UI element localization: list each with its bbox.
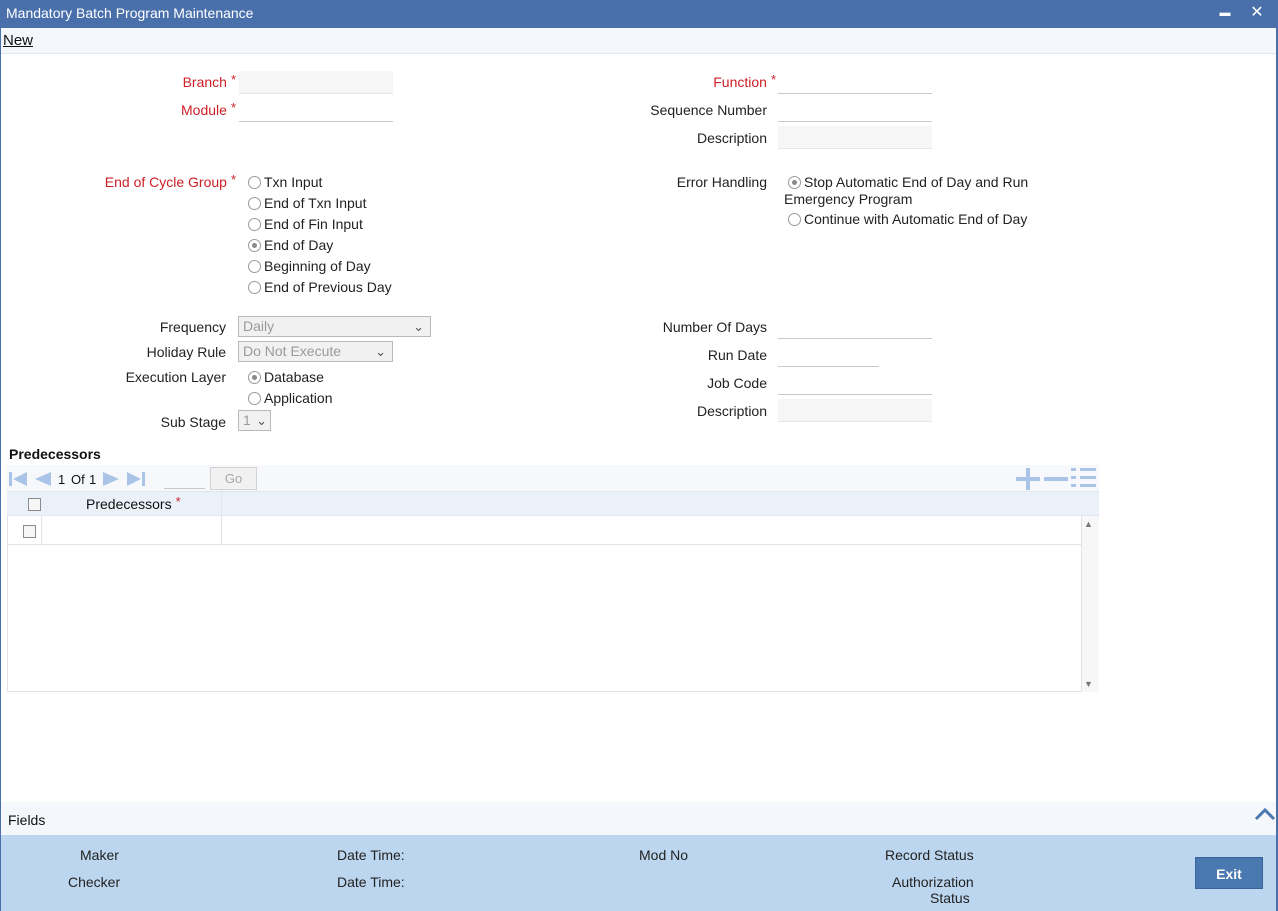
sequence-number-input[interactable] — [778, 99, 932, 122]
holiday-rule-label: Holiday Rule — [146, 344, 226, 360]
error-option-continue-automatic[interactable]: Continue with Automatic End of Day — [788, 211, 1027, 227]
predecessors-section-title: Predecessors — [9, 446, 101, 462]
chevron-up-icon[interactable] — [1254, 806, 1276, 822]
first-page-icon[interactable] — [7, 470, 29, 488]
description2-label: Description — [696, 403, 767, 419]
number-of-days-input[interactable] — [778, 316, 932, 339]
job-code-label: Job Code — [707, 375, 767, 391]
row-checkbox[interactable] — [23, 525, 36, 538]
module-input[interactable] — [239, 99, 393, 122]
minimize-icon[interactable]: ▬ — [1214, 2, 1236, 24]
holiday-rule-select[interactable]: Do Not Execute ⌄ — [238, 341, 393, 362]
radio-icon — [248, 391, 261, 405]
single-view-icon[interactable] — [1071, 467, 1097, 489]
radio-icon — [248, 175, 261, 189]
current-page: 1 — [58, 472, 66, 487]
column-divider — [221, 492, 222, 516]
eoc-option-end-of-day[interactable]: End of Day — [248, 237, 333, 253]
eoc-option-end-of-previous-day[interactable]: End of Previous Day — [248, 279, 392, 295]
exit-button[interactable]: Exit — [1195, 857, 1263, 889]
radio-selected-icon — [248, 370, 261, 384]
eoc-option-end-of-txn-input[interactable]: End of Txn Input — [248, 195, 366, 211]
sequence-number-label: Sequence Number — [650, 102, 767, 118]
predecessors-column-header: Predecessors * — [86, 494, 181, 512]
page-of-label: Of — [71, 472, 85, 487]
module-label: Module * — [181, 100, 236, 118]
function-input[interactable] — [778, 71, 932, 94]
description-label: Description — [696, 130, 767, 146]
description-input[interactable] — [778, 126, 932, 149]
maker-date-time-label: Date Time: — [337, 847, 405, 863]
authorization-status-label: Authorization — [892, 874, 974, 890]
last-page-icon[interactable] — [125, 470, 147, 488]
chevron-down-icon: ⌄ — [413, 319, 424, 334]
vertical-scrollbar[interactable] — [1081, 516, 1099, 692]
close-icon[interactable]: ✕ — [1246, 2, 1268, 24]
eoc-option-beginning-of-day[interactable]: Beginning of Day — [248, 258, 371, 274]
execution-option-database[interactable]: Database — [248, 369, 324, 385]
radio-selected-icon — [788, 175, 801, 189]
record-status-label: Record Status — [885, 847, 974, 863]
delete-row-icon[interactable] — [1042, 468, 1070, 490]
execution-layer-label: Execution Layer — [125, 369, 226, 385]
fields-bar: Fields — [1, 802, 1276, 835]
sub-stage-label: Sub Stage — [160, 414, 226, 430]
chevron-down-icon: ⌄ — [256, 413, 267, 428]
branch-input[interactable] — [239, 71, 393, 94]
function-label: Function * — [713, 72, 776, 90]
chevron-down-icon: ⌄ — [375, 344, 386, 359]
end-of-cycle-group-label: End of Cycle Group * — [104, 172, 236, 190]
branch-label: Branch * — [182, 72, 236, 90]
execution-option-application[interactable]: Application — [248, 390, 333, 406]
description2-input[interactable] — [778, 399, 932, 422]
authorization-status-label-line2: Status — [930, 890, 970, 906]
radio-selected-icon — [248, 238, 261, 252]
previous-page-icon[interactable] — [31, 470, 53, 488]
page-number-input[interactable] — [164, 466, 205, 489]
new-link[interactable]: New — [3, 32, 33, 49]
frequency-label: Frequency — [159, 319, 226, 335]
run-date-label: Run Date — [707, 347, 767, 363]
radio-icon — [248, 280, 261, 294]
job-code-input[interactable] — [778, 372, 932, 395]
fields-label[interactable]: Fields — [8, 812, 45, 828]
radio-icon — [248, 196, 261, 210]
title-bar: Mandatory Batch Program Maintenance ▬ ✕ — [0, 0, 1278, 28]
scroll-down-icon[interactable]: ▼ — [1084, 679, 1093, 689]
run-date-input[interactable] — [778, 344, 879, 367]
number-of-days-label: Number Of Days — [662, 319, 767, 335]
error-option-stop-automatic[interactable]: Stop Automatic End of Day and Run — [788, 174, 1028, 190]
go-button[interactable]: Go — [210, 467, 257, 490]
eoc-option-end-of-fin-input[interactable]: End of Fin Input — [248, 216, 363, 232]
checker-date-time-label: Date Time: — [337, 874, 405, 890]
error-option-stop-automatic-line2: Emergency Program — [784, 191, 913, 207]
toolbar: New — [1, 28, 1276, 54]
total-pages: 1 — [89, 472, 97, 487]
radio-icon — [248, 217, 261, 231]
next-page-icon[interactable] — [101, 470, 123, 488]
maker-label: Maker — [80, 847, 119, 863]
select-all-checkbox[interactable] — [28, 498, 41, 511]
window-frame-left — [0, 28, 1, 911]
row-divider — [41, 516, 42, 545]
mod-no-label: Mod No — [639, 847, 689, 863]
radio-icon — [788, 212, 801, 226]
sub-stage-select[interactable]: 1 ⌄ — [238, 410, 271, 431]
error-handling-label: Error Handling — [676, 174, 767, 190]
scroll-up-icon[interactable]: ▲ — [1084, 519, 1093, 529]
checker-label: Checker — [68, 874, 121, 890]
add-row-icon[interactable] — [1014, 468, 1042, 490]
window-title: Mandatory Batch Program Maintenance — [6, 5, 254, 21]
radio-icon — [248, 259, 261, 273]
frequency-select[interactable]: Daily ⌄ — [238, 316, 431, 337]
table-row — [7, 516, 1081, 545]
eoc-option-txn-input[interactable]: Txn Input — [248, 174, 322, 190]
row-divider — [221, 516, 222, 545]
